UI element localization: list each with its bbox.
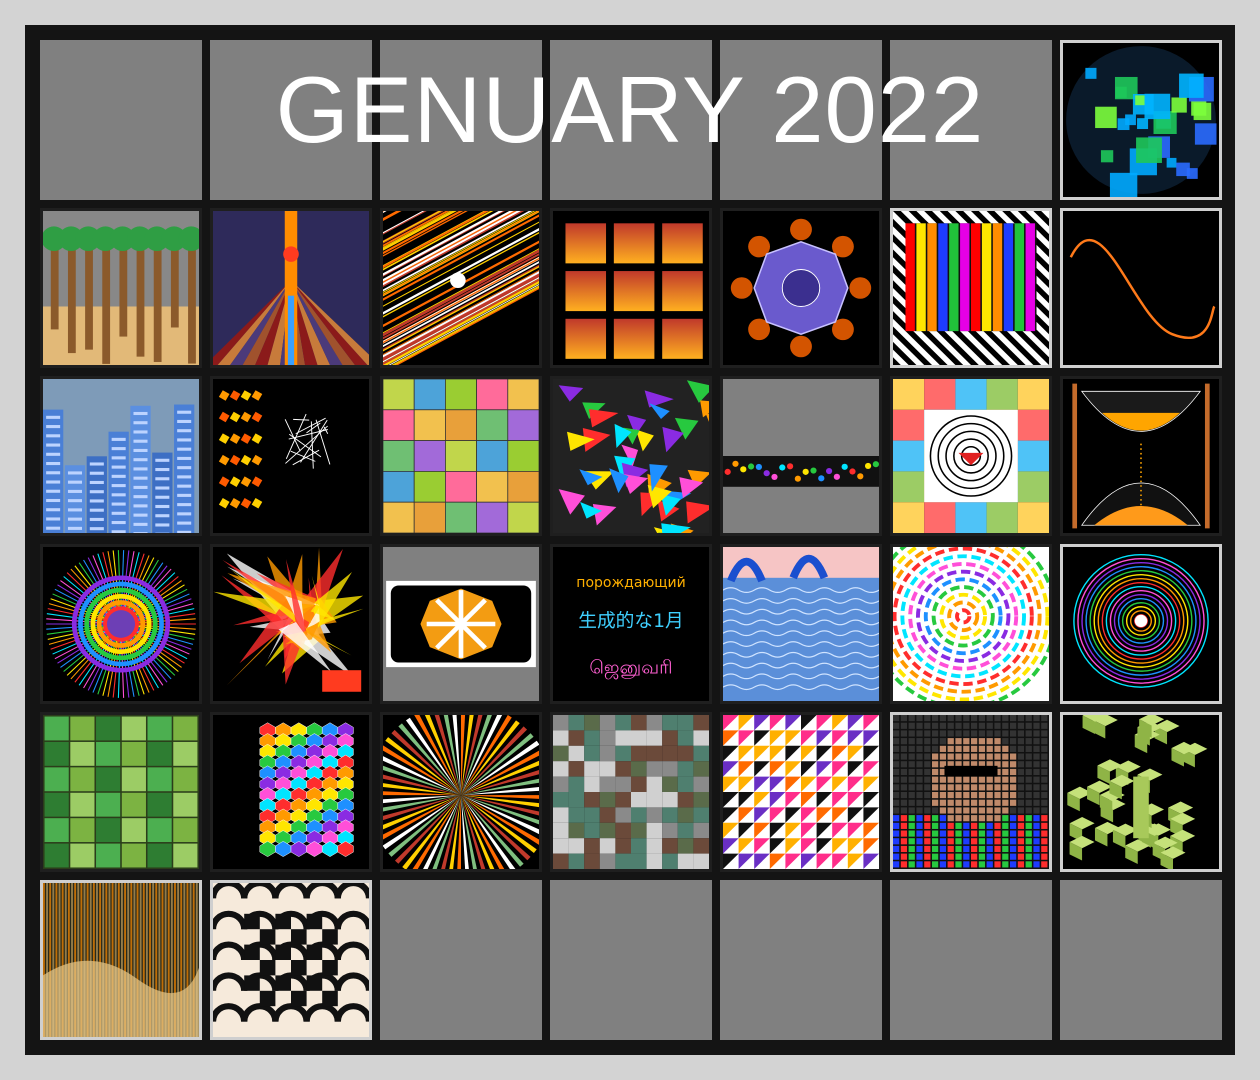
artwork-graphic bbox=[1063, 715, 1219, 869]
artwork-graphic bbox=[1063, 547, 1219, 701]
day-3-artwork[interactable] bbox=[210, 208, 372, 368]
day-20-artwork[interactable] bbox=[720, 544, 882, 704]
day-11-artwork[interactable] bbox=[380, 376, 542, 536]
day-14-artwork[interactable] bbox=[890, 376, 1052, 536]
empty-day-cell bbox=[890, 880, 1052, 1040]
day-22-artwork[interactable] bbox=[1060, 544, 1222, 704]
artwork-graphic bbox=[383, 379, 539, 533]
day-30-artwork[interactable] bbox=[40, 880, 202, 1040]
artwork-graphic bbox=[893, 547, 1049, 701]
day-6-artwork[interactable] bbox=[720, 208, 882, 368]
artwork-graphic bbox=[43, 379, 199, 533]
empty-day-cell bbox=[380, 40, 542, 200]
artwork-graphic bbox=[893, 379, 1049, 533]
artwork-graphic bbox=[1063, 211, 1219, 365]
empty-day-cell bbox=[720, 40, 882, 200]
artwork-graphic bbox=[553, 379, 709, 533]
day-27-artwork[interactable] bbox=[720, 712, 882, 872]
day-1-artwork[interactable] bbox=[1060, 40, 1222, 200]
day-18-artwork[interactable] bbox=[380, 544, 542, 704]
day-28-artwork[interactable] bbox=[890, 712, 1052, 872]
day-16-artwork[interactable] bbox=[40, 544, 202, 704]
artwork-graphic bbox=[43, 883, 199, 1037]
day-8-artwork[interactable] bbox=[1060, 208, 1222, 368]
day-19-artwork[interactable]: порождающий 生成的な1月 ஜெனுவரி bbox=[550, 544, 712, 704]
artwork-graphic bbox=[43, 715, 199, 869]
day-25-artwork[interactable] bbox=[380, 712, 542, 872]
day-12-artwork[interactable] bbox=[550, 376, 712, 536]
day-24-artwork[interactable] bbox=[210, 712, 372, 872]
day-29-artwork[interactable] bbox=[1060, 712, 1222, 872]
empty-day-cell bbox=[720, 880, 882, 1040]
day-4-artwork[interactable] bbox=[380, 208, 542, 368]
day-21-artwork[interactable] bbox=[890, 544, 1052, 704]
empty-day-cell bbox=[380, 880, 542, 1040]
empty-day-cell bbox=[210, 40, 372, 200]
day-7-artwork[interactable] bbox=[890, 208, 1052, 368]
day-9-artwork[interactable] bbox=[40, 376, 202, 536]
day-5-artwork[interactable] bbox=[550, 208, 712, 368]
artwork-graphic bbox=[383, 715, 539, 869]
artwork-graphic: порождающий 生成的な1月 ஜெனுவரி bbox=[553, 547, 709, 701]
genuary-translation-text: ஜெனுவரி bbox=[589, 657, 672, 679]
artwork-graphic bbox=[553, 211, 709, 365]
day-31-artwork[interactable] bbox=[210, 880, 372, 1040]
artwork-graphic bbox=[213, 547, 369, 701]
empty-day-cell bbox=[890, 40, 1052, 200]
day-13-artwork[interactable] bbox=[720, 376, 882, 536]
calendar-board: порождающий 生成的な1月 ஜெனுவரி bbox=[25, 25, 1235, 1055]
day-15-artwork[interactable] bbox=[1060, 376, 1222, 536]
genuary-translation-text: порождающий bbox=[576, 575, 685, 591]
artwork-graphic bbox=[723, 547, 879, 701]
artwork-graphic bbox=[893, 211, 1049, 365]
artwork-graphic bbox=[553, 715, 709, 869]
artwork-graphic bbox=[43, 211, 199, 365]
empty-day-cell bbox=[40, 40, 202, 200]
day-10-artwork[interactable] bbox=[210, 376, 372, 536]
artwork-graphic bbox=[213, 715, 369, 869]
artwork-graphic bbox=[213, 379, 369, 533]
artwork-graphic bbox=[1063, 43, 1219, 197]
artwork-graphic bbox=[213, 211, 369, 365]
artwork-graphic bbox=[723, 715, 879, 869]
day-17-artwork[interactable] bbox=[210, 544, 372, 704]
artwork-graphic bbox=[43, 547, 199, 701]
artwork-graphic bbox=[723, 379, 879, 533]
artwork-graphic bbox=[383, 211, 539, 365]
artwork-graphic bbox=[723, 211, 879, 365]
day-2-artwork[interactable] bbox=[40, 208, 202, 368]
day-23-artwork[interactable] bbox=[40, 712, 202, 872]
artwork-graphic bbox=[893, 715, 1049, 869]
empty-day-cell bbox=[550, 880, 712, 1040]
genuary-translation-text: 生成的な1月 bbox=[578, 611, 683, 632]
artwork-graphic bbox=[383, 547, 539, 701]
empty-day-cell bbox=[550, 40, 712, 200]
day-26-artwork[interactable] bbox=[550, 712, 712, 872]
empty-day-cell bbox=[1060, 880, 1222, 1040]
artwork-graphic bbox=[213, 883, 369, 1037]
artwork-graphic bbox=[1063, 379, 1219, 533]
